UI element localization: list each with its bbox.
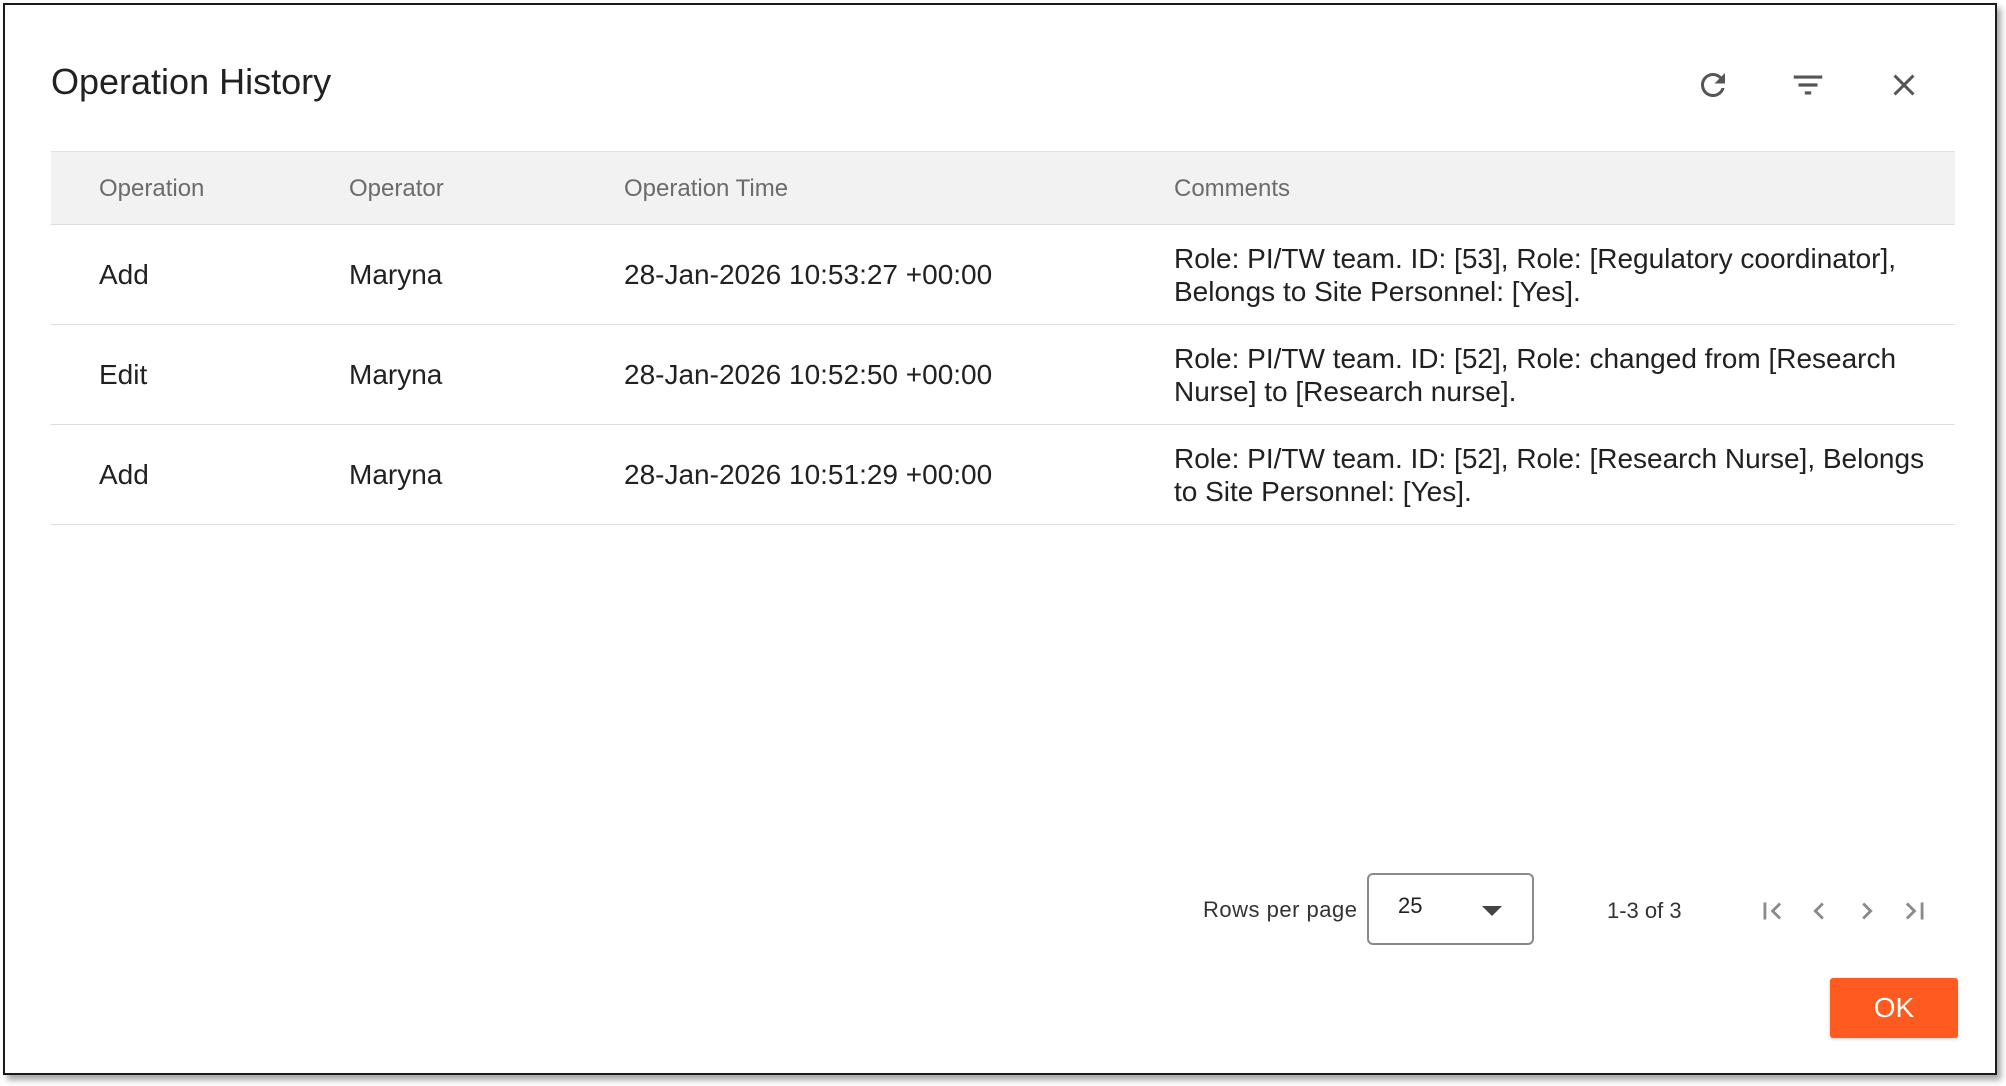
table-row[interactable]: Edit Maryna 28-Jan-2026 10:52:50 +00:00 … [51,325,1955,425]
cell-operator: Maryna [349,259,443,290]
column-header-comments[interactable]: Comments [1174,152,1290,226]
table-row[interactable]: Add Maryna 28-Jan-2026 10:53:27 +00:00 R… [51,225,1955,325]
operation-history-dialog: Operation History Operation Operator Ope… [3,3,1997,1075]
cell-operator: Maryna [349,359,443,390]
pagination-range: 1-3 of 3 [1607,898,1682,923]
filter-icon[interactable] [1778,55,1838,115]
rows-per-page-select[interactable]: 25 [1367,873,1534,945]
column-header-operation[interactable]: Operation [99,152,204,226]
rows-per-page-value: 25 [1398,893,1423,918]
last-page-icon[interactable] [1893,889,1937,933]
column-header-operator[interactable]: Operator [349,152,444,226]
column-header-operation-time[interactable]: Operation Time [624,152,788,226]
refresh-icon[interactable] [1683,55,1743,115]
cell-comments: Role: PI/TW team. ID: [52], Role: change… [1174,343,1897,407]
rows-per-page-label: Rows per page [1203,897,1358,922]
cell-operation-time: 28-Jan-2026 10:51:29 +00:00 [624,459,993,490]
cell-comments: Role: PI/TW team. ID: [52], Role: [Resea… [1174,443,1925,507]
cell-comments: Role: PI/TW team. ID: [53], Role: [Regul… [1174,243,1897,307]
cell-operation: Add [99,259,149,290]
previous-page-icon[interactable] [1797,889,1841,933]
dialog-title: Operation History [51,61,332,102]
table-header: Operation Operator Operation Time Commen… [51,151,1955,225]
cell-operation-time: 28-Jan-2026 10:52:50 +00:00 [624,359,993,390]
first-page-icon[interactable] [1750,889,1794,933]
cell-operation: Add [99,459,149,490]
ok-button[interactable]: OK [1830,978,1958,1038]
cell-operation: Edit [99,359,148,390]
cell-operation-time: 28-Jan-2026 10:53:27 +00:00 [624,259,993,290]
cell-operator: Maryna [349,459,443,490]
next-page-icon[interactable] [1845,889,1889,933]
close-icon[interactable] [1874,55,1934,115]
chevron-down-icon [1482,906,1502,916]
table-row[interactable]: Add Maryna 28-Jan-2026 10:51:29 +00:00 R… [51,425,1955,525]
operation-history-table: Operation Operator Operation Time Commen… [51,151,1955,525]
